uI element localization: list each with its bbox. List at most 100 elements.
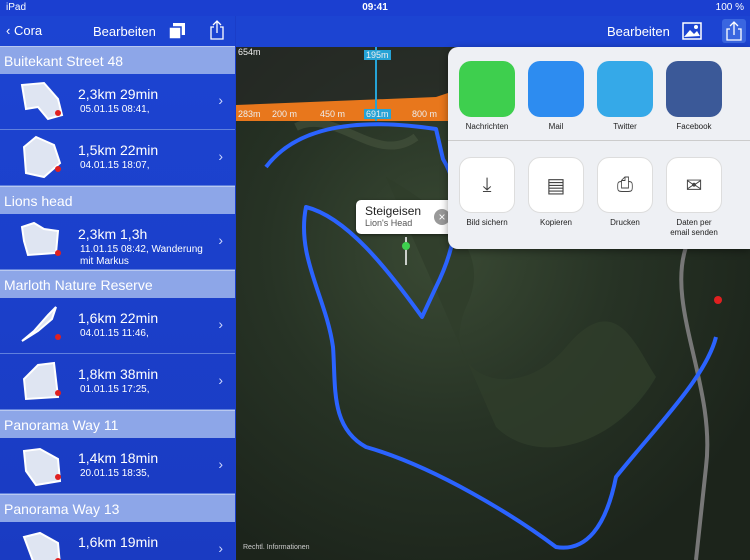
share-action-label: Daten per email senden — [670, 218, 718, 237]
share-app-label: Nachrichten — [465, 122, 509, 131]
track-date-line: 20.01.15 18:35, — [80, 468, 150, 479]
track-date: 20.01.15 18:35, — [80, 468, 150, 480]
print-icon: ⎙ — [597, 157, 653, 213]
section-header: Panorama Way 11 — [0, 410, 235, 438]
chevron-right-icon: › — [218, 232, 223, 248]
end-pin[interactable] — [714, 296, 722, 304]
chevron-right-icon: › — [218, 372, 223, 388]
messages-icon — [459, 61, 515, 117]
callout-subtitle: Lion's Head — [365, 218, 413, 228]
share-app-label: Facebook — [676, 122, 712, 131]
track-date-line: 04.01.15 11:46, — [80, 328, 149, 339]
track-list: Buitekant Street 48 2,3km 29min 05.01.15 0… — [0, 46, 235, 560]
share-app-nachrichten[interactable]: Nachrichten — [459, 61, 515, 132]
save-image-icon: ⤓ — [459, 157, 515, 213]
track-stats: 1,6km 19min — [78, 534, 159, 550]
track-stats: 2,3km 1,3h — [78, 226, 148, 242]
track-row[interactable]: 2,3km 29min 05.01.15 08:41, › — [0, 74, 235, 130]
chevron-right-icon: › — [218, 316, 223, 332]
track-date-line: 05.01.15 08:41, — [80, 104, 150, 115]
mail-icon — [528, 61, 584, 117]
track-row[interactable]: 1,8km 38min 01.01.15 17:25, › — [0, 354, 235, 410]
share-app-facebook[interactable]: Facebook — [666, 61, 722, 132]
share-app-label: Mail — [548, 122, 564, 131]
copy-icon: ▤ — [528, 157, 584, 213]
track-date: 05.01.15 08:41, — [80, 104, 150, 116]
edit-button[interactable]: Bearbeiten — [93, 24, 156, 39]
legal-link[interactable]: Rechtl. Informationen — [243, 544, 310, 551]
left-nav-bar: ‹ Cora Bearbeiten — [0, 16, 235, 46]
share-action-1[interactable]: ▤ Kopieren — [528, 157, 584, 228]
track-date: 04.01.15 18:07, — [80, 160, 150, 172]
elev-tick: 450 m — [320, 109, 346, 119]
chevron-right-icon: › — [218, 92, 223, 108]
share-app-twitter[interactable]: Twitter — [597, 61, 653, 132]
map-edit-button[interactable]: Bearbeiten — [607, 24, 670, 39]
track-thumbnail — [21, 306, 61, 342]
share-action-0[interactable]: ⤓ Bild sichern — [459, 157, 515, 228]
track-thumbnail — [20, 221, 61, 257]
photo-icon[interactable] — [682, 22, 702, 40]
chevron-right-icon: › — [218, 148, 223, 164]
track-stats: 2,3km 29min — [78, 86, 159, 102]
section-header: Lions head — [0, 186, 235, 214]
track-date: 11.01.15 08:42, Wanderung mit Markus — [80, 244, 203, 268]
share-divider — [448, 140, 750, 141]
section-header: Marloth Nature Reserve — [0, 270, 235, 298]
track-thumbnail — [22, 531, 61, 560]
track-date-line: 01.01.15 17:25, — [80, 384, 150, 395]
track-thumbnail — [20, 81, 64, 121]
track-stats: 1,6km 22min — [78, 310, 159, 326]
status-bar: iPad 09:41 100 % — [0, 0, 750, 16]
track-row[interactable]: 1,6km 19min › — [0, 522, 235, 560]
share-icon — [726, 21, 742, 41]
section-header: Buitekant Street 48 — [0, 46, 235, 74]
map-callout[interactable]: Steigeisen Lion's Head × — [356, 200, 456, 234]
back-button[interactable]: ‹ Cora — [6, 23, 42, 38]
track-stats: 1,8km 38min — [78, 366, 159, 382]
track-list-panel: ‹ Cora Bearbeiten Buitekant Street 48 2,3… — [0, 16, 235, 560]
elev-max: 654m — [238, 47, 261, 57]
share-action-label: Drucken — [610, 218, 640, 227]
elev-marker-top: 195m — [364, 50, 391, 60]
track-date: 04.01.15 11:46, — [80, 328, 149, 340]
twitter-icon — [597, 61, 653, 117]
share-action-3[interactable]: ✉ Daten per email senden — [666, 157, 722, 238]
section-header: Panorama Way 13 — [0, 494, 235, 522]
map-share-button[interactable] — [722, 19, 746, 43]
track-row[interactable]: 1,6km 22min 04.01.15 11:46, › — [0, 298, 235, 354]
battery-label: 100 % — [715, 2, 744, 13]
track-date-line: 04.01.15 18:07, — [80, 160, 150, 171]
share-app-mail[interactable]: Mail — [528, 61, 584, 132]
track-stats: 1,4km 18min — [78, 450, 159, 466]
share-action-label: Bild sichern — [466, 218, 508, 227]
start-pin[interactable] — [402, 242, 410, 250]
back-label: Cora — [13, 23, 43, 38]
track-row[interactable]: 2,3km 1,3h 11.01.15 08:42, Wanderung mit M… — [0, 214, 235, 270]
track-row[interactable]: 1,4km 18min 20.01.15 18:35, › — [0, 438, 235, 494]
facebook-icon — [666, 61, 722, 117]
elev-min: 283m — [238, 109, 261, 119]
share-icon[interactable] — [208, 19, 226, 41]
track-row[interactable]: 1,5km 22min 04.01.15 18:07, › — [0, 130, 235, 186]
track-stats: 1,5km 22min — [78, 142, 159, 158]
share-sheet: Nachrichten Mail Twitter Facebook ⤓ Bild sic… — [448, 47, 750, 249]
duplicate-icon[interactable] — [167, 21, 187, 41]
callout-title: Steigeisen — [365, 204, 422, 218]
email-data-icon: ✉ — [666, 157, 722, 213]
clock: 09:41 — [362, 2, 388, 13]
elev-tick: 800 m — [412, 109, 438, 119]
share-action-label: Kopieren — [539, 218, 573, 227]
track-note-line: mit Markus — [80, 256, 129, 267]
track-date-line: 11.01.15 08:42, Wanderung — [80, 244, 203, 255]
track-thumbnail — [22, 447, 62, 487]
elev-marker-bottom: 691m — [364, 109, 391, 119]
share-action-2[interactable]: ⎙ Drucken — [597, 157, 653, 228]
elev-tick: 200 m — [272, 109, 298, 119]
chevron-right-icon: › — [218, 540, 223, 556]
track-thumbnail — [22, 135, 62, 179]
track-thumbnail — [22, 361, 61, 401]
share-app-label: Twitter — [613, 122, 637, 131]
track-date: 01.01.15 17:25, — [80, 384, 150, 396]
chevron-right-icon: › — [218, 456, 223, 472]
